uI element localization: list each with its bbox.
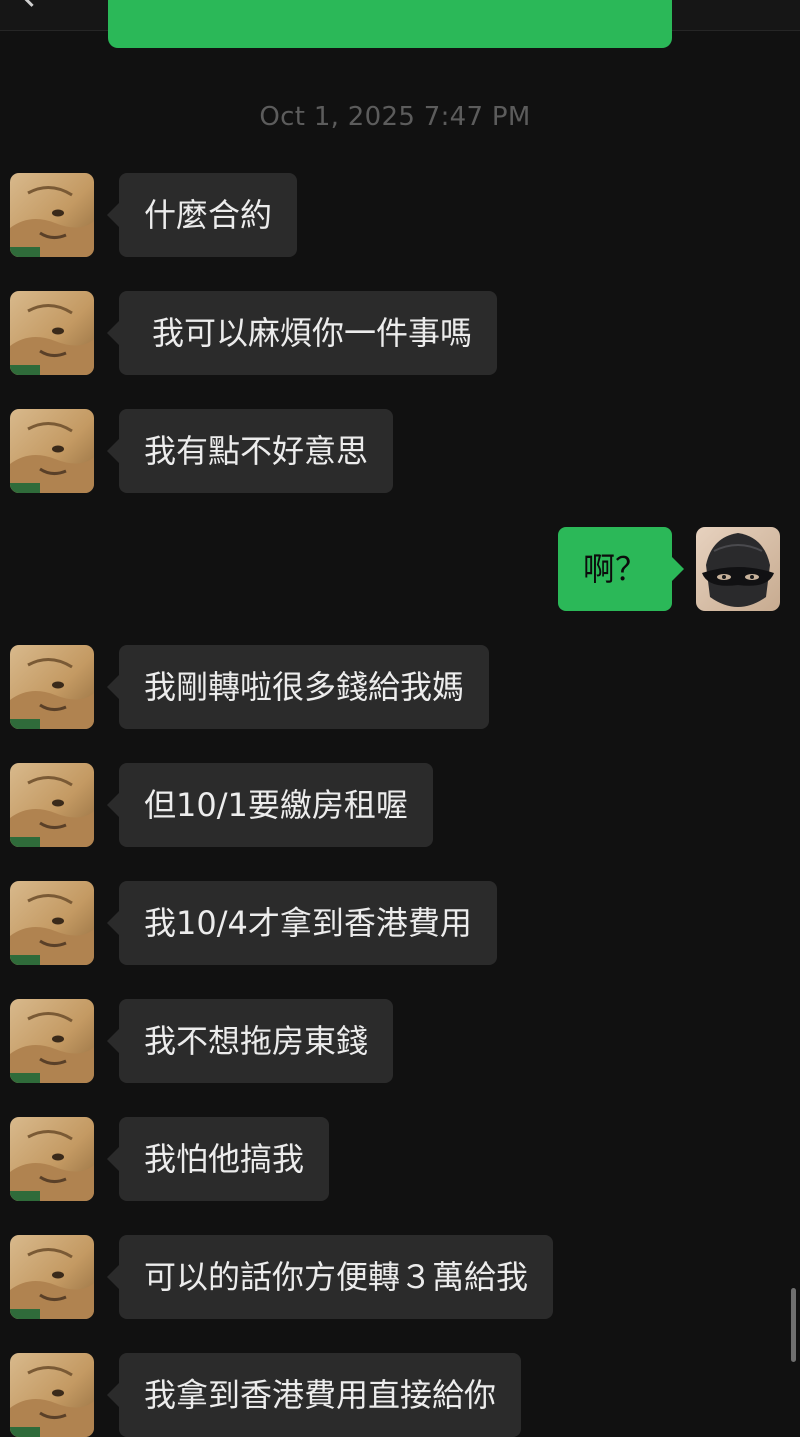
scrollbar-thumb[interactable]	[791, 1288, 796, 1362]
lion-cub-avatar[interactable]	[10, 1353, 94, 1437]
message-row-incoming: 我拿到香港費用直接給你	[0, 1353, 800, 1437]
lion-cub-avatar[interactable]	[10, 1235, 94, 1319]
lion-cub-avatar[interactable]	[10, 409, 94, 493]
message-row-incoming: 可以的話你方便轉３萬給我	[0, 1235, 800, 1319]
outgoing-message-bubble[interactable]: 啊？	[557, 527, 685, 611]
message-row-incoming: 我不想拖房東錢	[0, 999, 800, 1083]
lion-cub-avatar[interactable]	[10, 173, 94, 257]
incoming-message-bubble[interactable]: 但10/1要繳房租喔	[107, 763, 433, 847]
message-row-incoming: 我剛轉啦很多錢給我媽	[0, 645, 800, 729]
incoming-message-bubble[interactable]: 我怕他搞我	[106, 1117, 330, 1201]
incoming-message-bubble[interactable]: 我剛轉啦很多錢給我媽	[106, 645, 490, 729]
incoming-message-bubble[interactable]: 我拿到香港費用直接給你	[106, 1353, 522, 1437]
message-row-incoming: 什麼合約	[0, 173, 800, 257]
lion-cub-avatar[interactable]	[10, 763, 94, 847]
incoming-message-bubble[interactable]: 我可以麻煩你一件事嗎	[106, 291, 498, 375]
incoming-message-bubble[interactable]: 我有點不好意思	[106, 409, 394, 493]
lion-cub-avatar[interactable]	[10, 645, 94, 729]
message-row-outgoing: 啊？	[0, 527, 800, 611]
incoming-message-bubble[interactable]: 我10/4才拿到香港費用	[107, 881, 497, 965]
masked-figure-avatar[interactable]	[696, 527, 780, 611]
lion-cub-avatar[interactable]	[10, 1117, 94, 1201]
lion-cub-avatar[interactable]	[10, 999, 94, 1083]
previous-outgoing-message-bubble[interactable]	[108, 0, 672, 48]
message-timestamp: Oct 1, 2025 7:47 PM	[259, 102, 531, 132]
incoming-message-bubble[interactable]: 可以的話你方便轉３萬給我	[106, 1235, 554, 1319]
message-row-incoming: 但10/1要繳房租喔	[0, 763, 800, 847]
incoming-message-bubble[interactable]: 我不想拖房東錢	[106, 999, 394, 1083]
incoming-message-bubble[interactable]: 什麼合約	[106, 173, 298, 257]
message-row-incoming: 我怕他搞我	[0, 1117, 800, 1201]
message-row-incoming: 我可以麻煩你一件事嗎	[0, 291, 800, 375]
message-row-incoming: 我有點不好意思	[0, 409, 800, 493]
message-row-incoming: 我10/4才拿到香港費用	[0, 881, 800, 965]
lion-cub-avatar[interactable]	[10, 881, 94, 965]
lion-cub-avatar[interactable]	[10, 291, 94, 375]
back-chevron-icon[interactable]	[18, 0, 45, 7]
